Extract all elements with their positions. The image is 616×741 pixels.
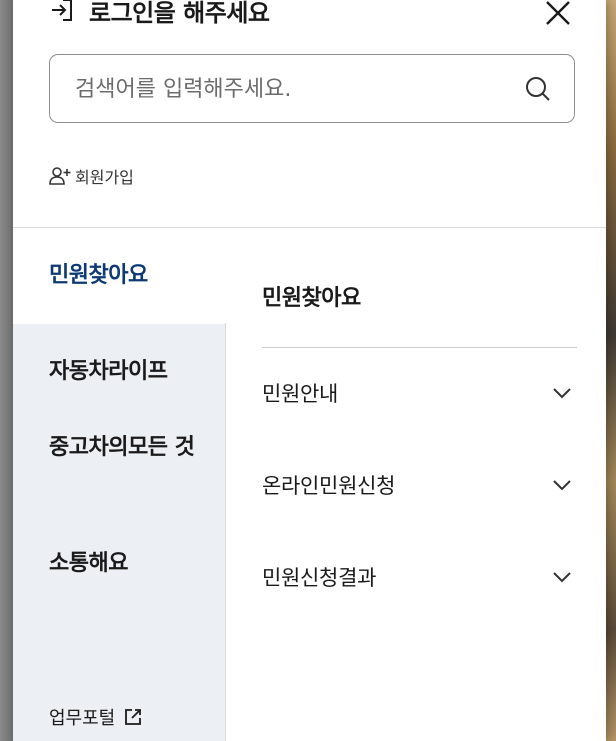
search-box (49, 54, 575, 124)
close-button[interactable] (543, 0, 573, 28)
chevron-down-icon (551, 474, 573, 496)
category-item-communication[interactable]: 소통해요 (49, 544, 199, 584)
login-link[interactable]: 로그인을 해주세요 (49, 0, 270, 30)
submenu-item-label: 민원신청결과 (262, 566, 377, 590)
submenu-item-label: 민원안내 (262, 382, 339, 406)
chevron-down-icon (551, 566, 573, 588)
submenu-divider (262, 347, 577, 348)
business-portal-label: 업무포털 (49, 708, 116, 729)
submenu-item-online-application[interactable]: 온라인민원신청 (262, 465, 577, 505)
search-icon[interactable] (524, 75, 552, 103)
category-column-border (225, 323, 226, 741)
category-column: 민원찾아요 자동차라이프 중고차의모든 것 소통해요 (13, 228, 225, 741)
login-label: 로그인을 해주세요 (89, 0, 270, 27)
category-item-used-car[interactable]: 중고차의모든 것 (49, 428, 199, 468)
search-input[interactable] (73, 55, 497, 124)
chevron-down-icon (551, 382, 573, 404)
submenu-item-application-result[interactable]: 민원신청결과 (262, 557, 577, 597)
category-item-civil-complaint[interactable]: 민원찾아요 (49, 256, 199, 296)
page-backdrop-left (0, 0, 13, 741)
close-icon (545, 0, 571, 26)
signup-link[interactable]: 회원가입 (49, 164, 134, 188)
signup-label: 회원가입 (75, 168, 134, 187)
login-arrow-icon (49, 0, 75, 23)
external-link-icon (123, 706, 145, 728)
add-user-icon (49, 165, 71, 187)
submenu-item-label: 온라인민원신청 (262, 474, 396, 498)
category-item-car-life[interactable]: 자동차라이프 (49, 352, 199, 392)
menu-drawer: 로그인을 해주세요 회원가입 (13, 0, 606, 741)
business-portal-link[interactable]: 업무포털 (49, 704, 145, 730)
submenu-title: 민원찾아요 (262, 286, 361, 311)
submenu-item-guide[interactable]: 민원안내 (262, 373, 577, 413)
page-backdrop-right (606, 0, 616, 741)
